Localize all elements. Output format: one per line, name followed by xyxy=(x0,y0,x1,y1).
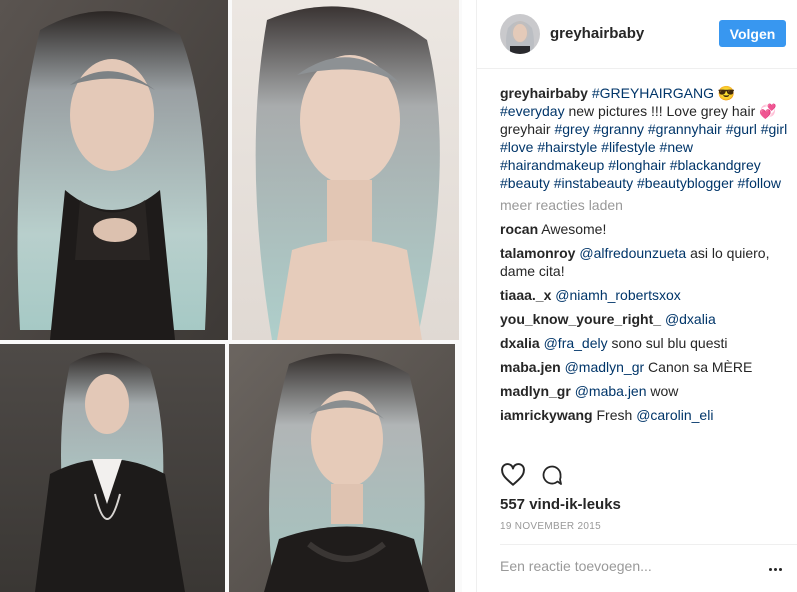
comment-username[interactable]: maba.jen xyxy=(500,359,561,375)
hashtag-link[interactable]: #GREYHAIRGANG xyxy=(592,85,714,101)
comment-row: maba.jen @madlyn_gr Canon sa MÈRE xyxy=(500,358,790,376)
comment-text: wow xyxy=(646,383,679,399)
mention-link[interactable]: @alfredounzueta xyxy=(579,245,686,261)
hashtag-link[interactable]: #grannyhair xyxy=(648,121,722,137)
comment-text: Fresh xyxy=(596,407,637,423)
comment-text: 😎 xyxy=(713,85,736,101)
hashtag-link[interactable]: #new xyxy=(660,139,693,155)
photo-woman-lace-top xyxy=(229,344,455,592)
photo-collage xyxy=(0,0,462,592)
mention-link[interactable]: @maba.jen xyxy=(575,383,647,399)
add-comment-input[interactable] xyxy=(500,558,750,574)
action-bar xyxy=(500,462,790,488)
comment-text: sono sul blu questi xyxy=(607,335,728,351)
hashtag-link[interactable]: #lifestyle xyxy=(601,139,655,155)
mention-link[interactable]: @madlyn_gr xyxy=(565,359,645,375)
comment-username[interactable]: talamonroy xyxy=(500,245,575,261)
photo-woman-black-suit xyxy=(0,344,225,592)
comment-row: you_know_youre_right_ @dxalia xyxy=(500,310,790,328)
likes-count[interactable]: 557 vind-ik-leuks xyxy=(500,496,621,513)
comment-row: talamonroy @alfredounzueta asi lo quiero… xyxy=(500,244,790,280)
comment-icon[interactable] xyxy=(540,463,564,487)
hashtag-link[interactable]: #gurl xyxy=(726,121,757,137)
post-author-username[interactable]: greyhairbaby xyxy=(550,25,644,42)
comment-row: madlyn_gr @maba.jen wow xyxy=(500,382,790,400)
mention-link[interactable]: @fra_dely xyxy=(544,335,608,351)
comment-list: rocan Awesome! talamonroy @alfredounzueta… xyxy=(500,220,790,424)
hashtag-link[interactable]: #beautyblogger xyxy=(637,175,734,191)
hashtag-link[interactable]: #hairandmakeup xyxy=(500,157,604,173)
avatar[interactable] xyxy=(500,14,540,54)
post-panel: greyhairbaby Volgen greyhairbaby #GREYHA… xyxy=(476,0,797,592)
hashtag-link[interactable]: #hairstyle xyxy=(537,139,597,155)
photo-woman-closeup xyxy=(232,0,459,340)
hashtag-link[interactable]: #follow xyxy=(737,175,781,191)
follow-button[interactable]: Volgen xyxy=(719,20,786,47)
comment-text: Canon sa MÈRE xyxy=(644,359,753,375)
mention-link[interactable]: @niamh_robertsxox xyxy=(555,287,681,303)
comment-username[interactable]: rocan xyxy=(500,221,538,237)
comment-row: rocan Awesome! xyxy=(500,220,790,238)
mention-link[interactable]: @dxalia xyxy=(665,311,716,327)
load-more-comments-link[interactable]: meer reacties laden xyxy=(500,196,790,214)
hashtag-link[interactable]: #love xyxy=(500,139,533,155)
comment-username[interactable]: tiaaa._x xyxy=(500,287,551,303)
post-header: greyhairbaby Volgen xyxy=(477,0,797,69)
comment-username[interactable]: iamrickywang xyxy=(500,407,593,423)
comment-username[interactable]: you_know_youre_right_ xyxy=(500,311,661,327)
post-date: 19 NOVEMBER 2015 xyxy=(500,521,601,532)
photo-woman-black-lace xyxy=(0,0,228,340)
hashtag-link[interactable]: #longhair xyxy=(608,157,666,173)
comment-username[interactable]: madlyn_gr xyxy=(500,383,571,399)
comments-section: greyhairbaby #GREYHAIRGANG 😎 #everyday n… xyxy=(500,84,790,430)
mention-link[interactable]: @carolin_eli xyxy=(636,407,713,423)
comment-row: iamrickywang Fresh @carolin_eli xyxy=(500,406,790,424)
divider xyxy=(500,544,797,545)
comment-row: dxalia @fra_dely sono sul blu questi xyxy=(500,334,790,352)
hashtag-link[interactable]: #instabeauty xyxy=(554,175,633,191)
heart-icon[interactable] xyxy=(500,462,526,488)
comment-row: tiaaa._x @niamh_robertsxox xyxy=(500,286,790,304)
more-options-icon[interactable] xyxy=(769,562,784,572)
comment-username[interactable]: dxalia xyxy=(500,335,540,351)
hashtag-link[interactable]: #girl xyxy=(761,121,787,137)
caption-username[interactable]: greyhairbaby xyxy=(500,85,588,101)
caption: greyhairbaby #GREYHAIRGANG 😎 #everyday n… xyxy=(500,84,790,192)
comment-text: Awesome! xyxy=(541,221,607,237)
hashtag-link[interactable]: #beauty xyxy=(500,175,550,191)
hashtag-link[interactable]: #blackandgrey xyxy=(670,157,761,173)
hashtag-link[interactable]: #granny xyxy=(593,121,644,137)
hashtag-link[interactable]: #everyday xyxy=(500,103,565,119)
hashtag-link[interactable]: #grey xyxy=(554,121,589,137)
